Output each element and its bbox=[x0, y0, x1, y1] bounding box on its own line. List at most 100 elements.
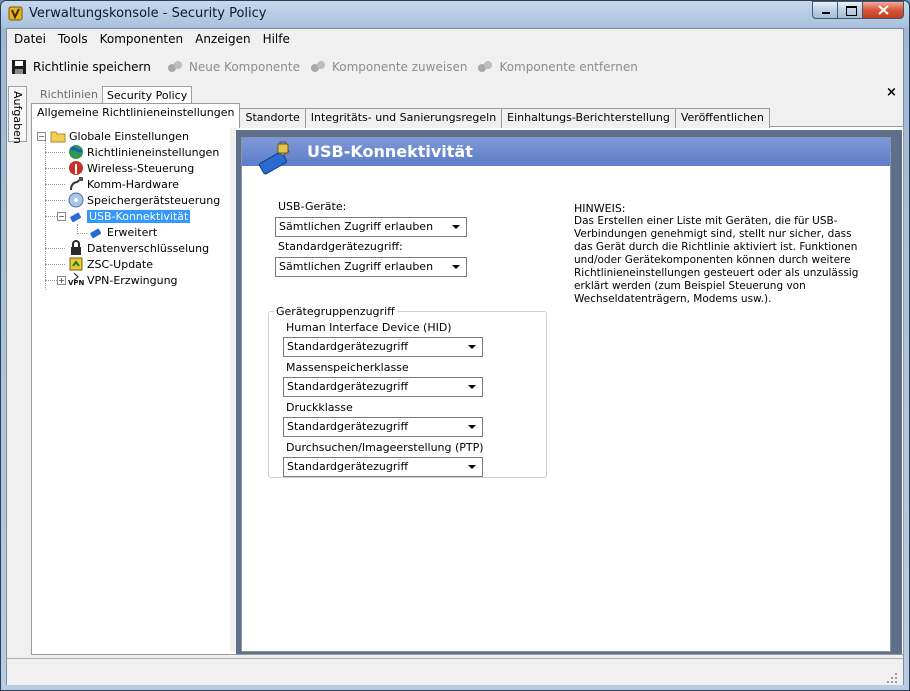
menu-anzeigen[interactable]: Anzeigen bbox=[189, 30, 256, 50]
tree-label: USB-Konnektivität bbox=[87, 209, 191, 223]
mass-storage-select[interactable]: Standardgerätezugriff bbox=[283, 377, 483, 397]
toolbar: Richtlinie speichern Neue Komponente Kom… bbox=[7, 55, 638, 79]
tab-general-settings[interactable]: Allgemeine Richtlinieneinstellungen bbox=[31, 103, 241, 128]
tree-item-vpn-enforcement[interactable]: VPN VPN-Erzwingung bbox=[68, 272, 178, 288]
lock-icon bbox=[71, 240, 81, 255]
hid-select[interactable]: Standardgerätezugriff bbox=[283, 337, 483, 357]
chevron-down-icon bbox=[468, 385, 476, 389]
vpn-icon: VPN bbox=[68, 272, 84, 287]
svg-text:VPN: VPN bbox=[68, 279, 84, 287]
menu-tools[interactable]: Tools bbox=[52, 30, 94, 50]
default-access-label: Standardgerätezugriff: bbox=[278, 240, 403, 253]
printer-class-value: Standardgerätezugriff bbox=[287, 420, 409, 433]
chevron-down-icon bbox=[452, 265, 460, 269]
document-tabs: Richtlinien Security Policy bbox=[36, 86, 193, 105]
panel-title: USB-Konnektivität bbox=[307, 142, 473, 161]
note-text: Das Erstellen einer Liste mit Geräten, d… bbox=[574, 215, 859, 305]
usb-devices-label: USB-Geräte: bbox=[278, 200, 347, 213]
title-bar[interactable]: Verwaltungskonsole - Security Policy bbox=[0, 0, 910, 28]
tab-compliance-reporting[interactable]: Einhaltungs-Berichterstellung bbox=[501, 108, 676, 128]
usb-devices-select[interactable]: Sämtlichen Zugriff erlauben bbox=[275, 217, 467, 237]
tree-label: Erweitert bbox=[107, 225, 158, 239]
chevron-down-icon bbox=[468, 345, 476, 349]
tree-label: VPN-Erzwingung bbox=[87, 273, 178, 287]
folder-icon bbox=[50, 131, 66, 143]
tree-label: Speichergerätsteuerung bbox=[87, 193, 221, 207]
new-component-label: Neue Komponente bbox=[188, 60, 300, 74]
tree-item-global-settings[interactable]: Globale Einstellungen bbox=[50, 128, 189, 144]
usb-stick-icon bbox=[70, 212, 82, 223]
wireless-tower-icon bbox=[69, 161, 83, 175]
printer-class-select[interactable]: Standardgerätezugriff bbox=[283, 417, 483, 437]
usb-lock-icon bbox=[258, 141, 290, 175]
device-group-legend: Gerätegruppenzugriff bbox=[274, 305, 397, 318]
tree-item-usb-connectivity[interactable]: USB-Konnektivität bbox=[68, 208, 191, 224]
tree-item-wireless-control[interactable]: Wireless-Steuerung bbox=[68, 160, 194, 176]
note-title: HINWEIS: bbox=[574, 202, 626, 215]
maximize-button[interactable] bbox=[837, 1, 863, 19]
close-icon bbox=[878, 5, 889, 15]
component-assign-icon bbox=[311, 61, 325, 72]
tree-item-advanced[interactable]: Erweitert bbox=[88, 224, 157, 240]
assign-component-label: Komponente zuweisen bbox=[332, 60, 468, 74]
minimize-button[interactable] bbox=[812, 1, 838, 19]
main-tabs: Allgemeine Richtlinieneinstellungen Stan… bbox=[31, 103, 770, 128]
floppy-disk-icon bbox=[12, 60, 26, 74]
hid-label: Human Interface Device (HID) bbox=[286, 321, 452, 334]
globe-icon bbox=[69, 145, 83, 159]
tree-item-data-encryption[interactable]: Datenverschlüsselung bbox=[68, 240, 209, 256]
tree-label: Wireless-Steuerung bbox=[87, 161, 195, 175]
component-icon bbox=[167, 61, 182, 72]
new-component-button[interactable]: Neue Komponente bbox=[163, 56, 306, 78]
tree-item-zsc-update[interactable]: ZSC-Update bbox=[68, 256, 153, 272]
disc-icon bbox=[68, 192, 84, 208]
remove-component-label: Komponente entfernen bbox=[499, 60, 638, 74]
cable-icon bbox=[70, 177, 83, 191]
assign-component-button[interactable]: Komponente zuweisen bbox=[306, 56, 473, 78]
tasks-side-tab-label: Aufgaben bbox=[11, 91, 24, 144]
mass-storage-label: Massenspeicherklasse bbox=[286, 361, 409, 374]
menu-bar: Datei Tools Komponenten Anzeigen Hilfe bbox=[8, 30, 296, 50]
ptp-value: Standardgerätezugriff bbox=[287, 460, 409, 473]
save-policy-button[interactable]: Richtlinie speichern bbox=[7, 56, 157, 78]
tree-item-storage-control[interactable]: Speichergerätsteuerung bbox=[68, 192, 220, 208]
tree-label: Komm-Hardware bbox=[87, 177, 179, 191]
menu-datei[interactable]: Datei bbox=[8, 30, 52, 50]
tasks-side-tab[interactable]: Aufgaben bbox=[8, 86, 27, 144]
close-document-button[interactable]: × bbox=[886, 85, 897, 100]
usb-devices-value: Sämtlichen Zugriff erlauben bbox=[279, 220, 434, 233]
doc-tab-policies[interactable]: Richtlinien bbox=[36, 86, 102, 104]
tree-expand-toggle-vpn[interactable]: + bbox=[57, 276, 66, 285]
update-icon bbox=[69, 257, 83, 271]
menu-komponenten[interactable]: Komponenten bbox=[94, 30, 190, 50]
tree-collapse-toggle-usb[interactable]: − bbox=[57, 212, 66, 221]
mass-storage-value: Standardgerätezugriff bbox=[287, 380, 409, 393]
tab-publish[interactable]: Veröffentlichen bbox=[674, 108, 770, 128]
close-button[interactable] bbox=[862, 1, 904, 19]
tree-item-comm-hardware[interactable]: Komm-Hardware bbox=[68, 176, 179, 192]
default-access-value: Sämtlichen Zugriff erlauben bbox=[279, 260, 434, 273]
chevron-down-icon bbox=[468, 425, 476, 429]
tree-label: Richtlinieneinstellungen bbox=[87, 145, 220, 159]
usb-stick-icon bbox=[90, 228, 102, 239]
printer-class-label: Druckklasse bbox=[286, 401, 353, 414]
tree-label: Globale Einstellungen bbox=[69, 129, 189, 143]
tree-item-policy-settings[interactable]: Richtlinieneinstellungen bbox=[68, 144, 219, 160]
tree-collapse-toggle[interactable]: − bbox=[37, 132, 46, 141]
ptp-label: Durchsuchen/Imageerstellung (PTP) bbox=[286, 441, 484, 454]
remove-component-button[interactable]: Komponente entfernen bbox=[473, 56, 643, 78]
ptp-select[interactable]: Standardgerätezugriff bbox=[283, 457, 483, 477]
chevron-down-icon bbox=[452, 225, 460, 229]
tab-integrity-rules[interactable]: Integritäts- und Sanierungsregeln bbox=[304, 108, 503, 128]
chevron-down-icon bbox=[468, 465, 476, 469]
tree-label: Datenverschlüsselung bbox=[87, 241, 210, 255]
default-access-select[interactable]: Sämtlichen Zugriff erlauben bbox=[275, 257, 467, 277]
hid-value: Standardgerätezugriff bbox=[287, 340, 409, 353]
component-remove-icon bbox=[478, 61, 493, 72]
tab-locations[interactable]: Standorte bbox=[239, 108, 306, 128]
settings-tree: − Globale Einstellungen Richtlinieneinst… bbox=[33, 128, 229, 652]
tree-label: ZSC-Update bbox=[87, 257, 154, 271]
app-icon bbox=[8, 6, 23, 21]
menu-hilfe[interactable]: Hilfe bbox=[257, 30, 296, 50]
resize-grip-icon[interactable] bbox=[886, 672, 898, 684]
